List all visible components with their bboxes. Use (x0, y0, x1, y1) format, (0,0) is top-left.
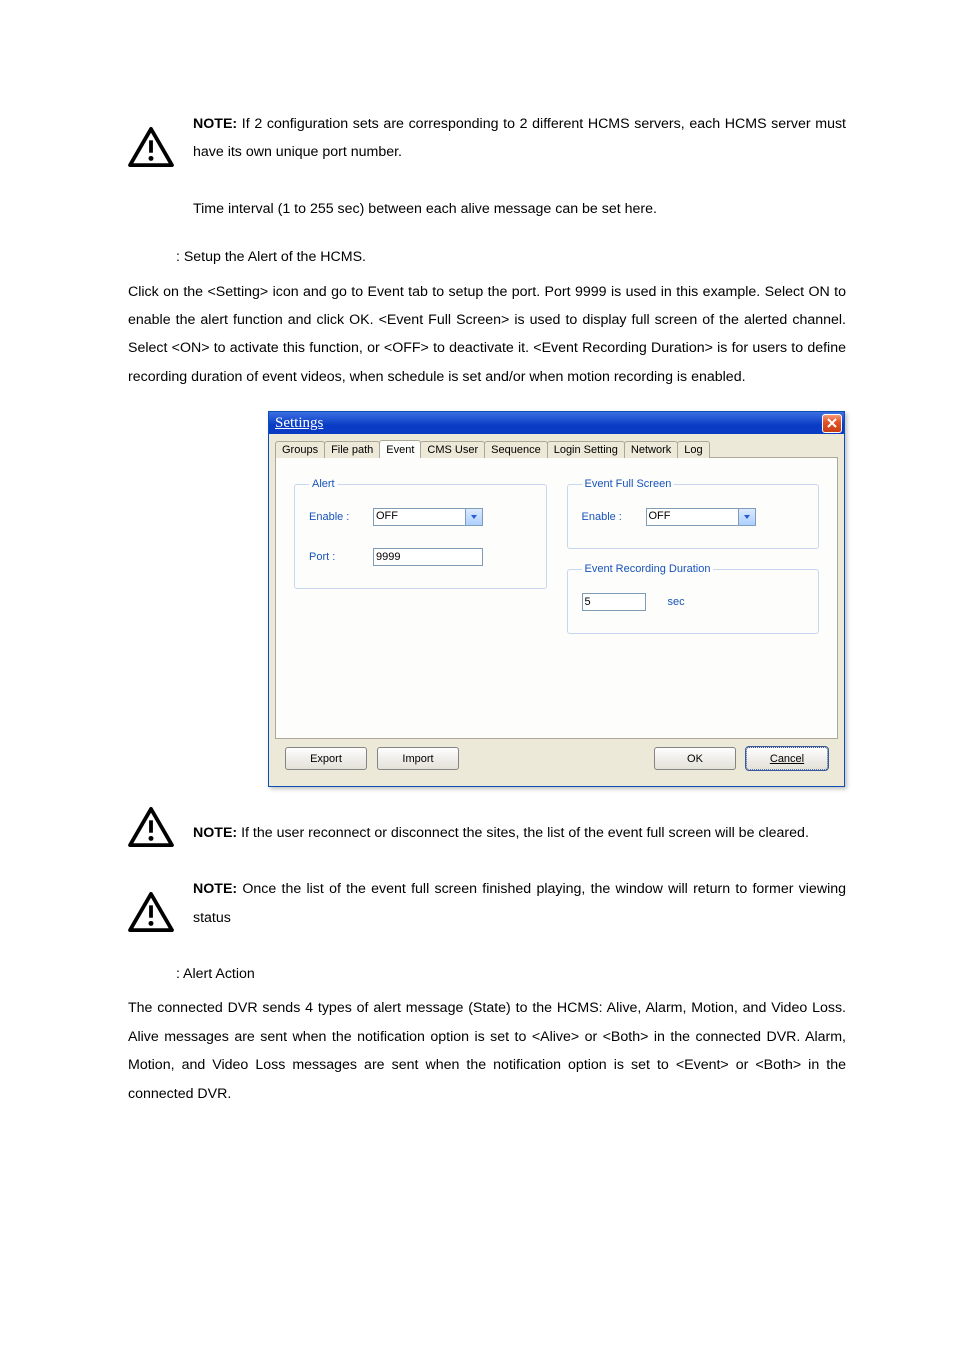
event-recording-duration-group: Event Recording Duration sec (567, 563, 820, 634)
efs-legend: Event Full Screen (582, 478, 675, 490)
note-text-3: NOTE: Once the list of the event full sc… (193, 875, 846, 932)
warning-icon (128, 807, 193, 847)
alert-port-input[interactable] (373, 548, 483, 566)
alert-action-paragraph: The connected DVR sends 4 types of alert… (128, 994, 846, 1108)
interval-paragraph: Time interval (1 to 255 sec) between eac… (193, 195, 846, 223)
alert-paragraph: Click on the <Setting> icon and go to Ev… (128, 278, 846, 392)
tab-event[interactable]: Event (379, 440, 421, 458)
erd-legend: Event Recording Duration (582, 563, 714, 575)
erd-unit: sec (668, 596, 685, 608)
warning-icon (128, 892, 193, 932)
tab-login-setting[interactable]: Login Setting (547, 441, 625, 458)
section-alert-action: : Alert Action (128, 960, 846, 988)
tab-cms-user[interactable]: CMS User (420, 441, 485, 458)
tab-row: Groups File path Event CMS User Sequence… (275, 436, 838, 458)
alert-legend: Alert (309, 478, 338, 490)
import-button[interactable]: Import (377, 747, 459, 770)
ok-button[interactable]: OK (654, 747, 736, 770)
tab-file-path[interactable]: File path (324, 441, 380, 458)
tab-sequence[interactable]: Sequence (484, 441, 548, 458)
section-alert-setup: : Setup the Alert of the HCMS. (128, 243, 846, 271)
warning-icon (128, 127, 193, 167)
close-button[interactable] (822, 414, 842, 433)
note-block-3: NOTE: Once the list of the event full sc… (128, 875, 846, 932)
tab-groups[interactable]: Groups (275, 441, 325, 458)
chevron-down-icon (465, 509, 482, 525)
alert-group: Alert Enable : OFF Port : (294, 478, 547, 589)
alert-port-label: Port : (309, 551, 373, 563)
note-text-1: NOTE: If 2 configuration sets are corres… (193, 110, 846, 167)
note-block-1: NOTE: If 2 configuration sets are corres… (128, 110, 846, 167)
dialog-titlebar: Settings (269, 412, 844, 434)
efs-enable-label: Enable : (582, 511, 646, 523)
tab-network[interactable]: Network (624, 441, 678, 458)
tab-panel-event: Alert Enable : OFF Port : (275, 458, 838, 739)
note-text-2: NOTE: If the user reconnect or disconnec… (193, 819, 846, 847)
event-full-screen-group: Event Full Screen Enable : OFF (567, 478, 820, 549)
alert-enable-select[interactable]: OFF (373, 508, 483, 526)
efs-enable-select[interactable]: OFF (646, 508, 756, 526)
export-button[interactable]: Export (285, 747, 367, 770)
erd-value-input[interactable] (582, 593, 646, 611)
cancel-button[interactable]: Cancel (746, 747, 828, 770)
chevron-down-icon (738, 509, 755, 525)
settings-dialog: Settings Groups File path Event CMS User… (268, 411, 845, 787)
dialog-title: Settings (275, 415, 323, 432)
dialog-footer: Export Import OK Cancel (275, 739, 838, 780)
note-block-2: NOTE: If the user reconnect or disconnec… (128, 807, 846, 847)
tab-log[interactable]: Log (677, 441, 709, 458)
alert-enable-label: Enable : (309, 511, 373, 523)
